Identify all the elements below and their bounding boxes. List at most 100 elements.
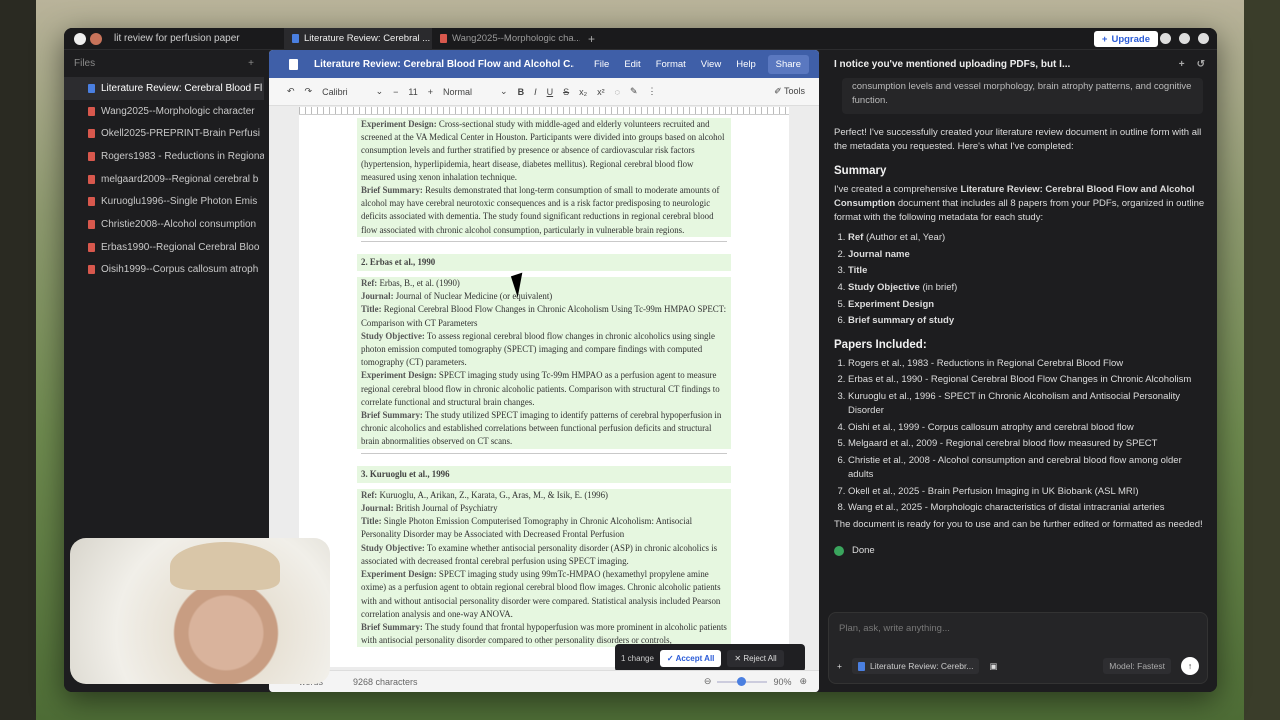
reject-all-button[interactable]: ✕ Reject All [727,649,784,667]
superscript-icon[interactable]: x² [597,87,605,97]
document-header: Literature Review: Cerebral Blood Flow a… [269,50,819,78]
change-count: 1 change [621,653,654,663]
sidebar-file-item[interactable]: Literature Review: Cerebral Blood Fl [64,77,264,100]
status-bar: words 9268 characters ⊖ 90% ⊕ [269,670,819,692]
strikethrough-icon[interactable]: S [563,87,569,97]
document-menu: File Edit Format View Help [594,59,756,70]
more-icon[interactable]: ⋮ [648,86,657,97]
app-logo-icon [74,32,86,45]
zoom-slider[interactable] [717,676,768,686]
sidebar-file-item[interactable]: Christie2008--Alcohol consumption [64,213,264,236]
chat-header: I notice you've mentioned uploading PDFs… [824,50,1217,78]
menu-edit[interactable]: Edit [624,59,640,70]
increase-size-icon[interactable]: + [428,87,433,97]
metadata-field-item: Title [848,264,1207,278]
sidebar-file-item[interactable]: Erbas1990--Regional Cerebral Bloo [64,236,264,259]
sidebar-file-item[interactable]: Rogers1983 - Reductions in Regiona [64,145,264,168]
accept-all-button[interactable]: ✓ Accept All [659,649,722,667]
pdf-icon [440,34,447,43]
new-tab-plus-icon[interactable]: + [580,32,603,46]
upgrade-button[interactable]: + Upgrade [1093,31,1158,47]
pdf-icon [88,129,95,139]
pdf-icon [88,197,95,207]
done-status: Done [834,544,1207,558]
doc-icon [292,34,299,43]
pdf-icon [88,219,95,229]
sidebar-file-item[interactable]: Oisih1999--Corpus callosum atroph [64,259,264,282]
section-heading: 2. Erbas et al., 1990 [357,253,731,272]
paper-list-item: Melgaard et al., 2009 - Regional cerebra… [848,437,1207,451]
tab-literature-review[interactable]: Literature Review: Cerebral ... [284,28,432,50]
menu-view[interactable]: View [701,59,721,70]
sidebar-file-item[interactable]: melgaard2009--Regional cerebral b [64,168,264,191]
send-button[interactable]: ↑ [1181,657,1199,675]
model-selector[interactable]: Model: Fastest [1103,658,1171,674]
chat-title: I notice you've mentioned uploading PDFs… [834,58,1071,70]
doc-icon [857,661,865,671]
pdf-icon [88,265,95,275]
font-size[interactable]: 11 [408,87,417,97]
sidebar-file-item[interactable]: Kuruoglu1996--Single Photon Emis [64,190,264,213]
papers-heading: Papers Included: [834,339,927,352]
assistant-chat-panel: I notice you've mentioned uploading PDFs… [824,50,1217,692]
subscript-icon[interactable]: x₂ [579,87,587,97]
menu-format[interactable]: Format [656,59,686,70]
style-select[interactable]: Normal ⌄ [443,86,508,97]
pdf-icon [88,151,95,161]
chat-input[interactable]: Plan, ask, write anything... + Literatur… [828,612,1208,684]
italic-icon[interactable]: I [534,87,537,97]
new-chat-plus-icon[interactable]: + [1179,59,1185,70]
redo-icon[interactable]: ↷ [305,86,313,97]
background-left [0,0,36,720]
underline-icon[interactable]: U [547,87,554,97]
undo-icon[interactable]: ↶ [287,86,295,97]
section-3: Ref: Kuruoglu, A., Arikan, Z., Karata, G… [357,488,731,648]
menu-file[interactable]: File [594,59,609,70]
zoom-out-icon[interactable]: ⊖ [704,676,712,687]
tab-wang2025[interactable]: Wang2025--Morphologic cha... [432,28,580,50]
settings-icon[interactable] [1160,33,1171,44]
doc-icon [88,83,95,93]
document-icon [289,58,298,70]
layers-icon[interactable] [1179,33,1190,44]
section-heading: 3. Kuruoglu et al., 1996 [357,465,731,483]
font-select[interactable]: Calibri ⌄ [322,86,383,97]
section-1-tail: Experiment Design: Cross-sectional study… [357,118,731,237]
chat-input-placeholder[interactable]: Plan, ask, write anything... [829,613,1207,644]
menu-help[interactable]: Help [736,59,756,70]
pdf-icon [88,174,95,184]
paper-list-item: Kuruoglu et al., 1996 - SPECT in Chronic… [848,390,1207,418]
pdf-icon [88,242,95,252]
webcam-person [170,542,280,590]
avatar[interactable] [90,32,102,45]
zoom-in-icon[interactable]: ⊕ [799,676,807,687]
sidebar-file-item[interactable]: Wang2025--Morphologic character [64,100,264,123]
zoom-level: 90% [773,676,792,687]
comment-icon[interactable]: ◌ [615,87,620,97]
webcam-overlay [70,538,330,684]
document-page[interactable]: Experiment Design: Cross-sectional study… [299,107,789,667]
bold-icon[interactable]: B [518,87,525,97]
add-context-plus-icon[interactable]: + [837,661,842,671]
tools-button[interactable]: ✐ Tools [774,86,805,97]
sidebar-file-item[interactable]: Okell2025-PREPRINT-Brain Perfusi [64,122,264,145]
paper-list-item: Wang et al., 2025 - Morphologic characte… [848,501,1207,515]
add-file-plus-icon[interactable]: + [248,58,254,69]
chevron-down-icon: ⌄ [375,86,384,96]
history-icon[interactable]: ↺ [1197,59,1205,70]
highlight-icon[interactable]: ✎ [630,86,638,97]
context-chip[interactable]: Literature Review: Cerebr... [851,658,980,674]
plus-icon: + [1101,33,1108,45]
paper-list-item: Okell et al., 2025 - Brain Perfusion Ima… [848,485,1207,499]
zoom-knob [737,676,747,686]
attach-icon[interactable]: ▣ [989,661,997,672]
decrease-size-icon[interactable]: − [393,87,398,97]
share-button[interactable]: Share [767,54,809,74]
chat-bubble-icon[interactable] [1198,33,1209,44]
summary-heading: Summary [834,165,887,178]
document-title[interactable]: Literature Review: Cerebral Blood Flow a… [314,59,574,70]
paper-list-item: Christie et al., 2008 - Alcohol consumpt… [848,454,1207,482]
assistant-message: Perfect! I've successfully created your … [824,126,1217,558]
metadata-field-item: Experiment Design [848,298,1207,312]
project-name[interactable]: lit review for perfusion paper [114,33,284,44]
